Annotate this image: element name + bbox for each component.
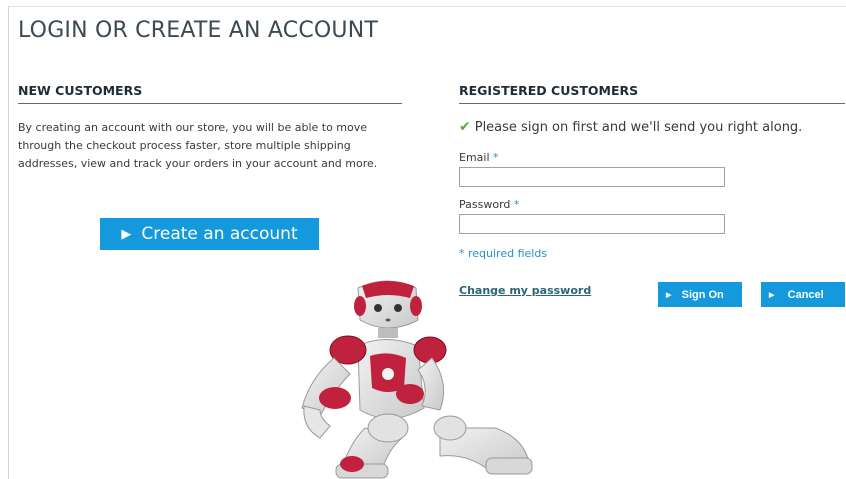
checkmark-icon: ✔	[459, 119, 471, 135]
create-account-label: Create an account	[141, 224, 298, 244]
required-fields-note: * required fields	[459, 247, 548, 260]
sign-on-label: Sign On	[681, 288, 724, 301]
new-customers-heading: NEW CUSTOMERS	[18, 83, 402, 104]
password-label: Password *	[459, 198, 519, 211]
password-label-text: Password	[459, 198, 511, 211]
cancel-label: Cancel	[787, 288, 824, 301]
signin-message-text: Please sign on first and we'll send you …	[474, 119, 803, 135]
new-customers-description: By creating an account with our store, y…	[18, 121, 378, 170]
sign-on-button[interactable]: ▶ Sign On	[658, 282, 742, 307]
email-label: Email *	[459, 151, 499, 164]
signin-message: ✔ Please sign on first and we'll send yo…	[459, 119, 802, 135]
registered-customers-heading: REGISTERED CUSTOMERS	[459, 83, 845, 104]
create-account-button[interactable]: ▶ Create an account	[100, 218, 319, 250]
email-field[interactable]	[459, 167, 725, 187]
password-required-star: *	[513, 198, 520, 211]
page-title: LOGIN OR CREATE AN ACCOUNT	[18, 18, 378, 43]
robot-mascot-image	[301, 280, 533, 479]
password-field[interactable]	[459, 214, 725, 234]
play-triangle-icon: ▶	[121, 226, 132, 242]
email-required-star: *	[493, 151, 499, 164]
cancel-button[interactable]: ▶ Cancel	[761, 282, 845, 307]
email-label-text: Email	[459, 151, 490, 164]
